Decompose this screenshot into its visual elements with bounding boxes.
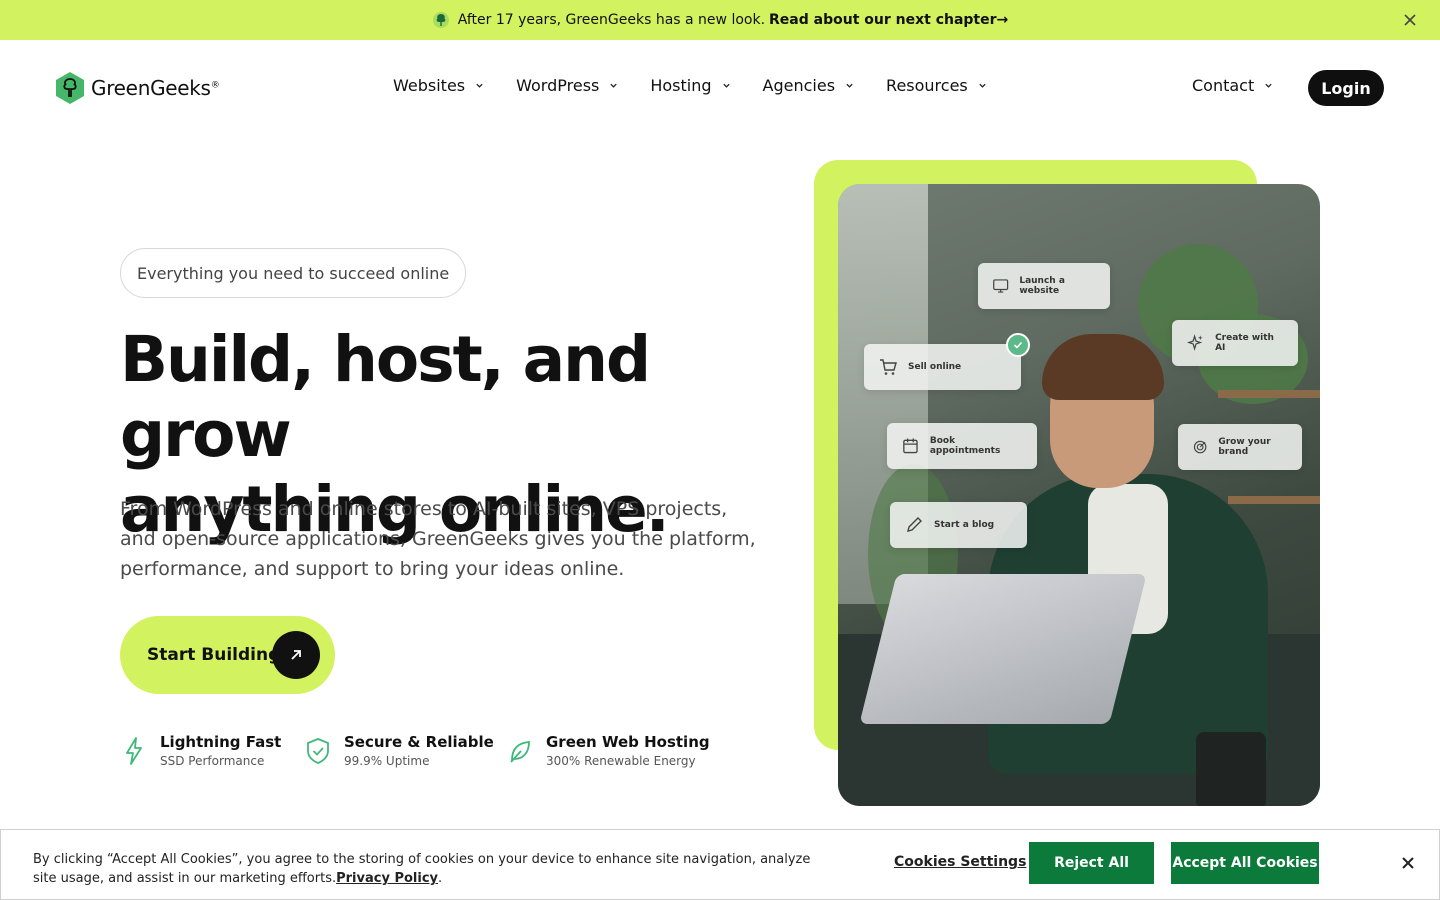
target-icon (1193, 440, 1207, 454)
start-building-button[interactable]: Start Building (120, 616, 335, 694)
chevron-down-icon (979, 83, 986, 88)
feature-title: Lightning Fast (160, 733, 282, 751)
headline-line-1: Build, host, and grow (120, 323, 651, 471)
feature-secure-reliable: Secure & Reliable 99.9% Uptime (304, 732, 506, 770)
chevron-down-icon (1265, 83, 1272, 88)
chip-launch-website: Launch a website (978, 263, 1110, 309)
cart-icon (880, 359, 897, 375)
cookie-banner: By clicking “Accept All Cookies”, you ag… (0, 829, 1440, 900)
chip-start-blog: Start a blog (890, 502, 1027, 548)
feature-subtitle: 300% Renewable Energy (546, 754, 696, 768)
chip-sell-online: Sell online (864, 344, 1021, 390)
chevron-down-icon (846, 83, 853, 88)
monitor-icon (993, 279, 1009, 293)
cookies-settings-link[interactable]: Cookies Settings (894, 854, 1026, 870)
cookie-message: By clicking “Accept All Cookies”, you ag… (33, 852, 811, 886)
logo[interactable]: GreenGeeks® (55, 71, 220, 105)
hero-subtext: From WordPress and online stores to AI-b… (120, 498, 756, 580)
privacy-policy-link[interactable]: Privacy Policy (336, 871, 438, 886)
nav-item-agencies[interactable]: Agencies (763, 76, 855, 95)
feature-subtitle: SSD Performance (160, 754, 265, 768)
nav-item-wordpress[interactable]: WordPress (516, 76, 618, 95)
main-nav: Websites WordPress Hosting Agencies Reso… (393, 76, 1019, 95)
login-button[interactable]: Login (1308, 70, 1384, 106)
announcement-text: After 17 years, GreenGeeks has a new loo… (457, 12, 766, 28)
brand-name: GreenGeeks® (91, 76, 220, 100)
arrow-up-right-icon (272, 631, 320, 679)
feature-title: Green Web Hosting (546, 733, 710, 751)
shield-check-icon (304, 735, 332, 767)
chevron-down-icon (722, 83, 730, 88)
reject-all-button[interactable]: Reject All (1029, 842, 1154, 884)
chevron-down-icon (476, 83, 483, 88)
feature-list: Lightning Fast SSD Performance Secure & … (120, 732, 726, 770)
accept-all-cookies-button[interactable]: Accept All Cookies (1171, 842, 1319, 884)
announcement-link[interactable]: Read about our next chapter→ (769, 12, 1008, 28)
chip-grow-brand: Grow your brand (1178, 424, 1302, 470)
chevron-down-icon (610, 83, 618, 88)
checkmark-icon (1006, 333, 1030, 357)
close-icon[interactable] (1402, 12, 1418, 28)
pencil-icon (907, 517, 922, 532)
tree-icon (432, 11, 450, 29)
chip-create-with-ai: Create with AI (1172, 320, 1298, 366)
leaf-icon (506, 735, 534, 767)
hero-eyebrow-pill: Everything you need to succeed online (120, 248, 467, 298)
chip-book-appointments: Book appointments (887, 423, 1037, 469)
nav-item-websites[interactable]: Websites (393, 76, 484, 95)
calendar-icon (903, 438, 918, 454)
feature-green-hosting: Green Web Hosting 300% Renewable Energy (506, 732, 726, 770)
feature-lightning-fast: Lightning Fast SSD Performance (120, 732, 304, 770)
feature-title: Secure & Reliable (344, 733, 494, 751)
close-icon[interactable] (1400, 855, 1416, 871)
site-header: GreenGeeks® Websites WordPress Hosting A… (0, 40, 1440, 136)
nav-item-contact[interactable]: Contact (1192, 76, 1273, 95)
cta-label: Start Building (147, 645, 281, 665)
nav-item-hosting[interactable]: Hosting (650, 76, 730, 95)
feature-subtitle: 99.9% Uptime (344, 754, 430, 768)
sparkle-icon (1186, 334, 1203, 351)
greengeeks-logo-icon (55, 71, 85, 105)
lightning-icon (120, 735, 148, 767)
announcement-bar: After 17 years, GreenGeeks has a new loo… (0, 0, 1440, 40)
nav-item-resources[interactable]: Resources (886, 76, 987, 95)
